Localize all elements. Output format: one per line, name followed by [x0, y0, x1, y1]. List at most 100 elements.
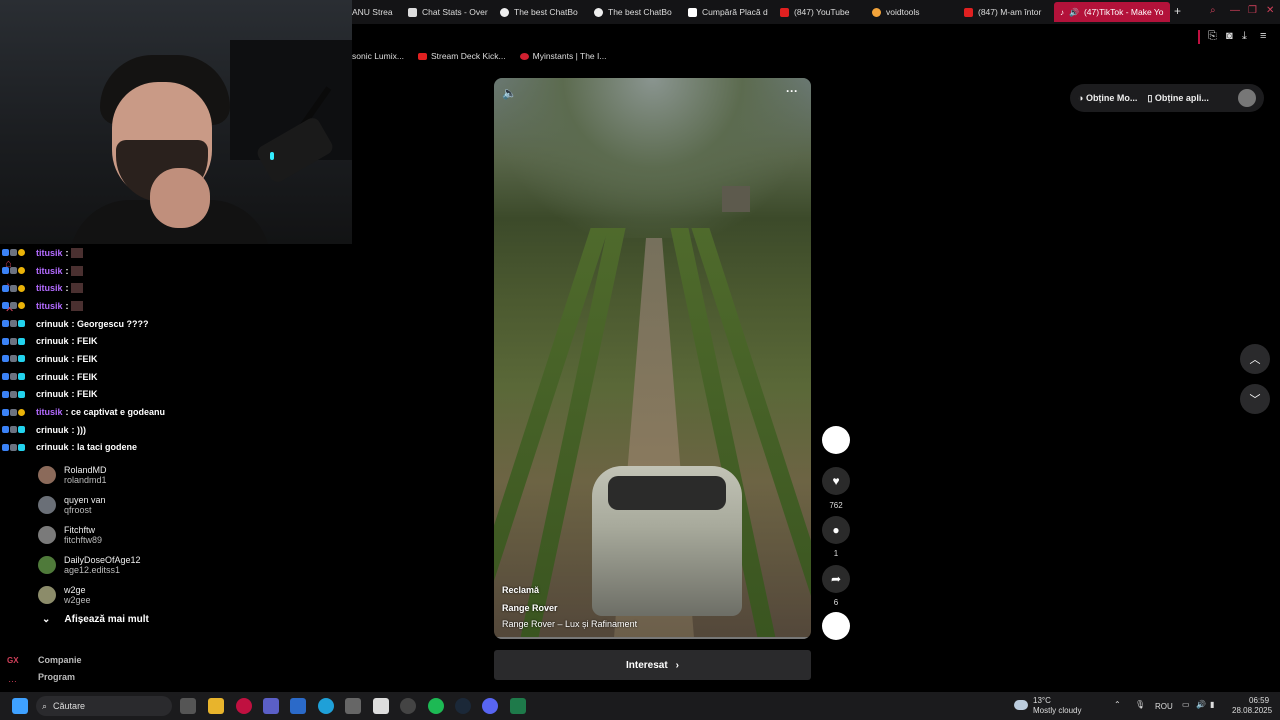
spotify-icon[interactable] — [428, 698, 444, 714]
tab-label: (847) YouTube — [794, 7, 850, 17]
language-indicator[interactable]: ROU — [1155, 702, 1173, 711]
followed-account[interactable]: w2ge w2gee — [38, 580, 198, 610]
badge-group — [0, 390, 36, 398]
share-icon[interactable]: ⎘ — [1208, 30, 1217, 43]
tab-chatbot-2[interactable]: The best ChatBo — [594, 2, 678, 22]
cloud-icon — [1014, 700, 1028, 710]
clock-date[interactable]: 28.08.2025 — [1232, 706, 1272, 715]
video-player[interactable]: 🔈 ··· Reclamă Range Rover Range Rover – … — [494, 78, 811, 639]
steam-icon[interactable] — [455, 698, 471, 714]
followed-account[interactable]: quyen van qfroost — [38, 490, 198, 520]
discord-icon[interactable] — [482, 698, 498, 714]
account-handle: fitchftw89 — [64, 535, 103, 545]
bookmark-streamdeck[interactable]: Stream Deck Kick... — [417, 51, 506, 61]
comment-icon[interactable]: ● — [822, 516, 850, 544]
creator-avatar[interactable] — [822, 426, 850, 454]
new-tab-button[interactable]: + — [1174, 4, 1181, 18]
chat-text: : Georgescu ???? — [71, 318, 149, 329]
heart-icon[interactable]: ♥ — [822, 467, 850, 495]
tab-voidtools[interactable]: voidtools — [872, 2, 956, 22]
tab-youtube-video[interactable]: (847) M-am întor — [964, 2, 1048, 22]
video-progress-bar[interactable] — [494, 637, 811, 639]
store-icon[interactable] — [373, 698, 389, 714]
footer-company-link[interactable]: Companie — [38, 655, 82, 665]
battery-icon[interactable]: ▮ — [1210, 700, 1214, 709]
tab-chatbot-1[interactable]: The best ChatBo — [500, 2, 584, 22]
badge-icon — [10, 390, 17, 398]
chat-text: : FEIK — [71, 389, 98, 400]
tab-youtube[interactable]: (847) YouTube — [780, 2, 864, 22]
edge-icon[interactable] — [318, 698, 334, 714]
hillside — [494, 78, 811, 238]
bookmark-label: Myinstants | The I... — [532, 51, 607, 61]
share-arrow-icon[interactable]: ➦ — [822, 565, 850, 593]
followed-account[interactable]: Fitchftw fitchftw89 — [38, 520, 198, 550]
chat-message: crinuuk: FEIK — [0, 386, 200, 404]
tab-label: ANU Strea — [352, 7, 393, 17]
previous-video-button[interactable]: ︿ — [1240, 344, 1270, 374]
xbox-icon[interactable] — [510, 698, 526, 714]
badge-icon — [10, 355, 17, 363]
emote-icon — [70, 300, 83, 311]
chat-text: : FEIK — [71, 371, 98, 382]
chat-username: crinuuk — [36, 336, 69, 347]
word-icon[interactable] — [290, 698, 306, 714]
tab-stream[interactable]: ANU Strea — [352, 2, 396, 22]
minimize-button[interactable]: — — [1230, 5, 1240, 16]
footer-program-link[interactable]: Program — [38, 672, 75, 682]
video-author[interactable]: Range Rover — [502, 603, 558, 613]
menu-icon[interactable]: ≡ — [1260, 30, 1266, 42]
obs-icon[interactable] — [400, 698, 416, 714]
chat-message: crinuuk: FEIK — [0, 368, 200, 386]
mic-light — [270, 152, 274, 160]
file-explorer-icon[interactable] — [208, 698, 224, 714]
chevron-up-icon[interactable]: ⌃ — [1114, 700, 1121, 709]
grid-icon — [408, 7, 417, 17]
chat-message: titusik: — [0, 262, 200, 280]
volume-icon[interactable]: 🔈 — [502, 86, 517, 100]
camera-icon[interactable]: ◙ — [1226, 30, 1233, 42]
teams-icon[interactable] — [263, 698, 279, 714]
clock-time[interactable]: 06:59 — [1249, 696, 1269, 705]
taskbar-search[interactable]: ⌕ Căutare — [36, 696, 172, 716]
bookmark-lumix[interactable]: sonic Lumix... — [352, 51, 404, 61]
tab-chat-stats[interactable]: Chat Stats - Over — [408, 2, 492, 22]
profile-avatar[interactable] — [1238, 89, 1256, 107]
task-view-icon[interactable] — [180, 698, 196, 714]
next-video-button[interactable]: ﹀ — [1240, 384, 1270, 414]
avatar — [38, 586, 56, 604]
music-disc-icon[interactable] — [822, 612, 850, 640]
more-icon[interactable]: … — [8, 674, 17, 684]
badge-icon — [2, 408, 9, 416]
badge-group — [0, 284, 36, 292]
tab-shop[interactable]: Cumpără Placă d — [688, 2, 772, 22]
app-icon[interactable] — [345, 698, 361, 714]
close-button[interactable]: ✕ — [1266, 5, 1274, 16]
followed-account[interactable]: DailyDoseOfAge12 age12.editss1 — [38, 550, 198, 580]
badge-icon — [2, 426, 9, 434]
followed-account[interactable]: RolandMD rolandmd1 — [38, 460, 198, 490]
bookmark-myinstants[interactable]: Myinstants | The I... — [519, 51, 607, 61]
tab-tiktok-active[interactable]: ♪ 🔊 (47)TikTok - Make Yo — [1054, 2, 1170, 22]
interested-button[interactable]: Interesat › — [494, 650, 811, 680]
weather-temp: 13°C — [1033, 696, 1051, 705]
search-tabs-icon[interactable]: ⌕ — [1210, 5, 1216, 16]
download-icon[interactable]: ⤓ — [1242, 30, 1247, 43]
badge-icon — [18, 267, 25, 275]
chat-text: : — [65, 283, 69, 294]
badge-icon — [18, 320, 25, 328]
more-options-icon[interactable]: ··· — [786, 84, 798, 98]
show-more-button[interactable]: ⌄ Afișează mai mult — [42, 614, 149, 625]
chat-text: : la taci godene — [71, 442, 138, 453]
opera-gx-icon[interactable] — [236, 698, 252, 714]
maximize-button[interactable]: ❐ — [1248, 5, 1257, 16]
microphone-icon[interactable]: 🎙 — [1135, 700, 1145, 709]
windows-start-icon[interactable] — [12, 698, 28, 714]
badge-group — [0, 426, 36, 434]
get-mode-button[interactable]: ◑ Obține Mo... — [1078, 93, 1137, 103]
get-app-button[interactable]: ▯ Obține apli... — [1147, 93, 1208, 104]
chat-text: : ))) — [71, 424, 87, 435]
network-icon[interactable]: ▭ — [1182, 700, 1190, 709]
account-handle: age12.editss1 — [64, 565, 121, 575]
volume-tray-icon[interactable]: 🔊 — [1196, 700, 1206, 709]
